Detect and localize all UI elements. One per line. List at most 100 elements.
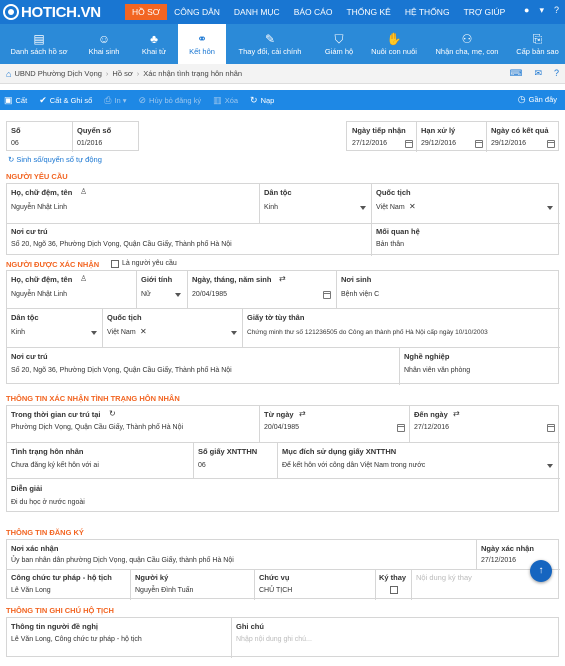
nav-cong-dan[interactable]: CÔNG DÂN	[167, 4, 227, 20]
chat-icon[interactable]: ✉	[534, 68, 542, 79]
print-button[interactable]: ⎙ In ▾	[104, 95, 126, 106]
breadcrumb-item[interactable]: UBND Phường Dịch Vọng	[14, 69, 101, 78]
module-khai-tu[interactable]: ♣ Khai tử	[130, 24, 178, 64]
person-search-icon[interactable]: ♙	[80, 274, 87, 283]
keyboard-icon[interactable]: ⌨	[509, 68, 522, 79]
quyen-so-input[interactable]: 01/2016	[77, 140, 102, 147]
recent-button[interactable]: ◷ Gần đây	[518, 94, 557, 105]
module-ket-hon[interactable]: ⚭ Kết hôn	[178, 24, 226, 64]
calendar-icon[interactable]	[323, 291, 331, 299]
han-xu-ly-input[interactable]: 29/12/2016	[421, 140, 456, 147]
chevron-down-icon[interactable]	[547, 206, 553, 210]
noi-dung-ky-thay-label[interactable]: Nội dung ký thay	[416, 573, 472, 582]
gioi-tinh-select[interactable]: Nữ	[141, 291, 151, 298]
nguoi-de-nghi-label: Thông tin người đề nghị	[11, 622, 98, 631]
ngay-xac-nhan-input[interactable]: 27/12/2016	[481, 557, 516, 564]
save-and-record-button[interactable]: ✔ Cất & Ghi sổ	[39, 95, 92, 106]
quoc-tich-tag: Việt Nam	[376, 204, 405, 211]
remove-tag-icon[interactable]: ✕	[140, 327, 147, 336]
nav-danh-muc[interactable]: DANH MỤC	[227, 4, 287, 20]
ngay-co-ket-qua-input[interactable]: 29/12/2016	[491, 140, 526, 147]
nguoi-de-nghi-input[interactable]: Lê Văn Long, Công chức tư pháp - hộ tịch	[11, 636, 142, 643]
noi-xac-nhan-input[interactable]: Ủy ban nhân dân phường Dịch Vọng, quận C…	[11, 557, 234, 564]
module-giam-ho[interactable]: ⛉ Giám hộ	[314, 24, 364, 64]
dan-toc-select[interactable]: Kinh	[264, 204, 278, 211]
copy-icon: ⎘	[532, 32, 543, 46]
same-as-requester-checkbox[interactable]	[111, 260, 119, 268]
den-ngay-input[interactable]: 27/12/2016	[414, 424, 449, 431]
giay-to-input[interactable]: Chứng minh thư số 121236505 do Công an t…	[247, 329, 488, 336]
calendar-icon[interactable]	[397, 424, 405, 432]
nav-tro-giup[interactable]: TRỢ GIÚP	[457, 4, 513, 20]
nav-thong-ke[interactable]: THỐNG KÊ	[339, 4, 397, 20]
ho-ten-input[interactable]: Nguyễn Nhật Linh	[11, 291, 67, 298]
chevron-down-icon[interactable]	[175, 293, 181, 297]
module-thay-doi[interactable]: ✎ Thay đổi, cải chính	[226, 24, 314, 64]
chuc-vu-input[interactable]: CHỦ TỊCH	[259, 587, 292, 594]
swap-icon[interactable]: ⇄	[453, 409, 460, 418]
nguoi-ky-input[interactable]: Nguyễn Đình Tuấn	[135, 587, 193, 594]
scroll-top-button[interactable]: ↑	[530, 560, 552, 582]
user-icon[interactable]: ●	[524, 5, 529, 16]
swap-icon[interactable]: ⇄	[279, 274, 286, 283]
delete-button[interactable]: ▥ Xóa	[213, 95, 238, 106]
breadcrumb-item[interactable]: Hồ sơ	[112, 69, 132, 78]
module-label: Danh sách hồ sơ	[10, 47, 68, 56]
chevron-down-icon[interactable]	[360, 206, 366, 210]
calendar-icon[interactable]	[475, 140, 483, 148]
tu-ngay-input[interactable]: 20/04/1985	[264, 424, 299, 431]
muc-dich-label: Mục đích sử dụng giấy XNTTHN	[282, 447, 397, 456]
tinh-trang-input[interactable]: Chưa đăng ký kết hôn với ai	[11, 462, 99, 469]
module-danh-sach[interactable]: ▤ Danh sách hồ sơ	[0, 24, 78, 64]
cancel-registration-button[interactable]: ⊘ Hủy bỏ đăng ký	[139, 95, 202, 106]
module-cap-ban-sao[interactable]: ⎘ Cấp bản sao	[510, 24, 565, 64]
noi-cu-tru-input[interactable]: Số 20, Ngõ 36, Phường Dịch Vọng, Quận Cầ…	[11, 367, 232, 374]
ngay-co-ket-qua-label: Ngày có kết quả	[491, 126, 549, 135]
noi-cu-tru-input[interactable]: Số 20, Ngõ 36, Phường Dịch Vọng, Quận Cầ…	[11, 241, 232, 248]
save-button[interactable]: ▣ Cất	[4, 95, 27, 106]
auto-number-link[interactable]: ↻ Sinh số/quyển số tự động	[8, 155, 102, 164]
module-khai-sinh[interactable]: ☺ Khai sinh	[78, 24, 130, 64]
person-search-icon[interactable]: ♙	[80, 187, 87, 196]
calendar-icon[interactable]	[547, 140, 555, 148]
nghe-nghiep-input[interactable]: Nhân viên văn phòng	[404, 367, 470, 374]
nav-bao-cao[interactable]: BÁO CÁO	[287, 4, 340, 20]
calendar-icon[interactable]	[405, 140, 413, 148]
ghi-chu-input[interactable]: Nhập nội dung ghi chú...	[236, 636, 312, 643]
ky-thay-checkbox[interactable]	[390, 586, 398, 594]
ho-ten-label: Họ, chữ đệm, tên	[11, 188, 73, 197]
remove-tag-icon[interactable]: ✕	[409, 202, 416, 211]
help-circle-icon[interactable]: ?	[554, 68, 559, 79]
module-label: Nuôi con nuôi	[371, 47, 417, 56]
dien-giai-input[interactable]: Đi du học ở nước ngoài	[11, 499, 85, 506]
chevron-down-icon[interactable]	[547, 464, 553, 468]
help-icon[interactable]: ?	[554, 5, 559, 16]
chevron-down-icon[interactable]	[231, 331, 237, 335]
chevron-down-icon[interactable]	[91, 331, 97, 335]
so-giay-label: Số giấy XNTTHN	[198, 447, 258, 456]
ho-ten-input[interactable]: Nguyễn Nhật Linh	[11, 204, 67, 211]
home-icon[interactable]: ⌂	[6, 69, 11, 79]
reload-button[interactable]: ↻ Nạp	[250, 95, 274, 106]
arrow-up-icon: ↑	[538, 565, 544, 576]
section-title-dang-ky: THÔNG TIN ĐĂNG KÝ	[6, 528, 84, 537]
dan-toc-select[interactable]: Kinh	[11, 329, 25, 336]
nav-he-thong[interactable]: HỆ THỐNG	[398, 4, 457, 20]
calendar-icon[interactable]	[547, 424, 555, 432]
ngay-tiep-nhan-input[interactable]: 27/12/2016	[352, 140, 387, 147]
noi-sinh-input[interactable]: Bệnh viện C	[341, 291, 379, 298]
app-logo[interactable]: HOTICH.VN	[3, 3, 101, 21]
so-input[interactable]: 06	[11, 140, 19, 147]
nav-ho-so[interactable]: HỒ SƠ	[125, 4, 168, 20]
user-menu-caret-icon[interactable]: ▾	[539, 5, 544, 16]
so-giay-input[interactable]: 06	[198, 462, 206, 469]
swap-icon[interactable]: ⇄	[299, 409, 306, 418]
module-nuoi-con-nuoi[interactable]: ✋ Nuôi con nuôi	[364, 24, 424, 64]
ngay-sinh-input[interactable]: 20/04/1985	[192, 291, 227, 298]
thoi-gian-cu-tru-input[interactable]: Phường Dịch Vọng, Quận Cầu Giấy, Thành p…	[11, 424, 183, 431]
moi-quan-he-input[interactable]: Bản thân	[376, 241, 404, 248]
muc-dich-select[interactable]: Để kết hôn với công dân Việt Nam trong n…	[282, 462, 425, 469]
cong-chuc-input[interactable]: Lê Văn Long	[11, 587, 51, 594]
refresh-icon[interactable]: ↻	[109, 409, 116, 418]
module-nhan-cha-me-con[interactable]: ⚇ Nhận cha, mẹ, con	[424, 24, 510, 64]
